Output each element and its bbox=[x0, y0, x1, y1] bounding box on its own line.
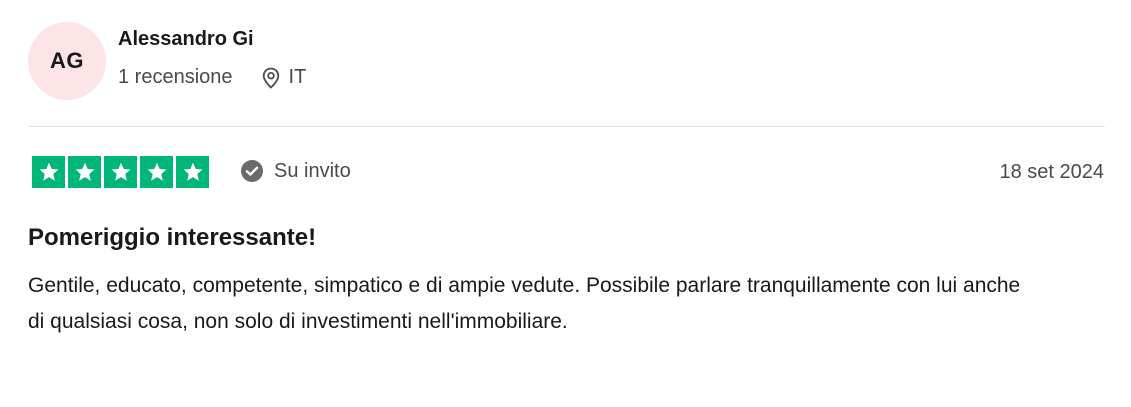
star-icon bbox=[104, 156, 137, 188]
review-date: 18 set 2024 bbox=[999, 161, 1104, 183]
reviewer-country: IT bbox=[288, 66, 307, 88]
star-icon bbox=[32, 156, 65, 188]
invited-label: Su invito bbox=[274, 159, 351, 182]
invited-badge[interactable]: Su invito bbox=[240, 159, 351, 183]
avatar-initials: AG bbox=[50, 48, 84, 73]
star-icon bbox=[68, 156, 101, 188]
review-text: Gentile, educato, competente, simpatico … bbox=[28, 274, 1021, 333]
star-icon bbox=[176, 156, 209, 188]
review-card: AG Alessandro Gi 1 recensione IT Su invi… bbox=[0, 0, 1131, 407]
avatar[interactable]: AG bbox=[28, 22, 106, 100]
divider bbox=[28, 126, 1105, 127]
review-title[interactable]: Pomeriggio interessante! bbox=[28, 224, 316, 252]
check-circle-icon bbox=[240, 159, 264, 183]
star-icon bbox=[140, 156, 173, 188]
reviewer-meta: 1 recensione IT bbox=[118, 66, 306, 89]
review-count: 1 recensione bbox=[118, 66, 233, 88]
reviewer-name[interactable]: Alessandro Gi bbox=[118, 28, 254, 51]
star-rating bbox=[32, 156, 209, 188]
location-pin-icon bbox=[261, 67, 281, 89]
